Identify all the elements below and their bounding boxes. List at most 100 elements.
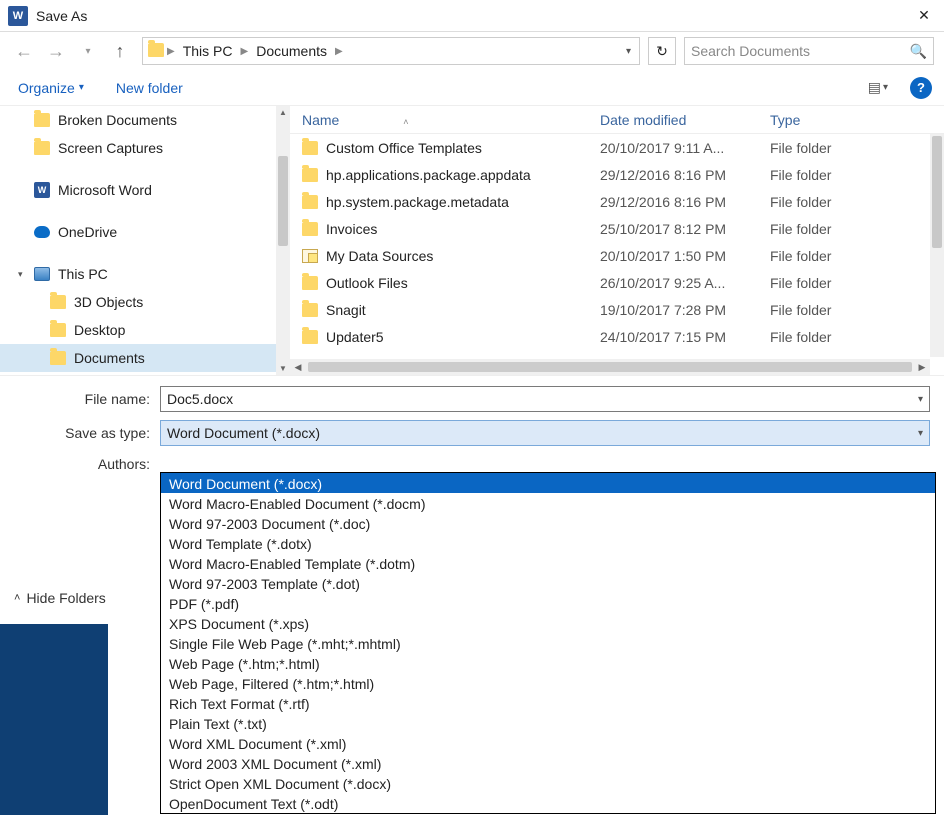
file-row[interactable]: Updater524/10/2017 7:15 PMFile folder — [290, 323, 944, 350]
thispc-icon — [34, 267, 50, 281]
search-input[interactable]: Search Documents 🔍 — [684, 37, 934, 65]
organize-button[interactable]: Organize ▾ — [12, 76, 90, 100]
scroll-thumb[interactable] — [278, 156, 288, 246]
sidebar-item-label: This PC — [58, 266, 108, 282]
chevron-right-icon[interactable]: ▶ — [239, 46, 251, 57]
type-option[interactable]: Word XML Document (*.xml) — [161, 733, 935, 753]
scroll-thumb[interactable] — [932, 136, 942, 248]
file-date: 19/10/2017 7:28 PM — [600, 302, 770, 318]
chevron-right-icon[interactable]: ▶ — [165, 46, 177, 57]
column-header-date[interactable]: Date modified — [600, 112, 770, 128]
scroll-down-icon[interactable]: ▼ — [276, 364, 290, 373]
type-option[interactable]: Single File Web Page (*.mht;*.mhtml) — [161, 633, 935, 653]
search-placeholder: Search Documents — [691, 43, 910, 59]
type-option[interactable]: Plain Text (*.txt) — [161, 713, 935, 733]
type-option[interactable]: OpenDocument Text (*.odt) — [161, 793, 935, 813]
scroll-up-icon[interactable]: ▲ — [276, 108, 290, 117]
view-options-button[interactable]: ▤ ▾ — [862, 75, 894, 100]
filelist-hscrollbar[interactable]: ◀ ▶ — [290, 359, 930, 375]
file-type: File folder — [770, 140, 944, 156]
type-option[interactable]: PDF (*.pdf) — [161, 593, 935, 613]
new-folder-button[interactable]: New folder — [110, 76, 189, 100]
filename-input[interactable]: Doc5.docx ▾ — [160, 386, 930, 412]
saveastype-dropdown[interactable]: Word Document (*.docx)Word Macro-Enabled… — [160, 472, 936, 814]
sidebar-scrollbar[interactable]: ▲ ▼ — [276, 106, 290, 375]
chevron-right-icon[interactable]: ▶ — [333, 46, 345, 57]
search-icon[interactable]: 🔍 — [910, 43, 927, 60]
type-option[interactable]: Word Template (*.dotx) — [161, 533, 935, 553]
expand-icon[interactable]: ▾ — [18, 269, 23, 280]
navbar: ← → ▾ ↑ ▶ This PC ▶ Documents ▶ ▾ ↻ Sear… — [0, 32, 944, 70]
datasource-icon — [302, 249, 318, 263]
scroll-right-icon[interactable]: ▶ — [914, 362, 930, 373]
file-name: Outlook Files — [326, 275, 408, 291]
file-type: File folder — [770, 167, 944, 183]
up-icon[interactable]: ↑ — [106, 37, 134, 65]
type-option[interactable]: Word Macro-Enabled Document (*.docm) — [161, 493, 935, 513]
sidebar-item[interactable]: OneDrive — [0, 218, 290, 246]
file-type: File folder — [770, 275, 944, 291]
sidebar-item[interactable]: 3D Objects — [0, 288, 290, 316]
chevron-down-icon: ▾ — [79, 82, 84, 93]
file-row[interactable]: hp.applications.package.appdata29/12/201… — [290, 161, 944, 188]
type-option[interactable]: Web Page, Filtered (*.htm;*.html) — [161, 673, 935, 693]
sidebar-item-label: Microsoft Word — [58, 182, 152, 198]
file-name: Custom Office Templates — [326, 140, 482, 156]
chevron-down-icon[interactable]: ▾ — [918, 394, 923, 405]
type-option[interactable]: Word 2003 XML Document (*.xml) — [161, 753, 935, 773]
file-name: Updater5 — [326, 329, 384, 345]
back-icon[interactable]: ← — [10, 37, 38, 65]
word-icon: W — [34, 182, 50, 198]
sidebar-item-label: Documents — [74, 350, 145, 366]
file-row[interactable]: hp.system.package.metadata29/12/2016 8:1… — [290, 188, 944, 215]
file-row[interactable]: Snagit19/10/2017 7:28 PMFile folder — [290, 296, 944, 323]
scroll-left-icon[interactable]: ◀ — [290, 362, 306, 373]
refresh-icon[interactable]: ↻ — [648, 37, 676, 65]
type-option[interactable]: Word Macro-Enabled Template (*.dotm) — [161, 553, 935, 573]
column-header-type[interactable]: Type — [770, 112, 944, 128]
type-option[interactable]: Web Page (*.htm;*.html) — [161, 653, 935, 673]
breadcrumb-root[interactable]: This PC — [177, 43, 239, 59]
file-row[interactable]: Custom Office Templates20/10/2017 9:11 A… — [290, 134, 944, 161]
type-option[interactable]: Strict Open XML Document (*.docx) — [161, 773, 935, 793]
folder-icon — [302, 141, 318, 155]
file-type: File folder — [770, 248, 944, 264]
sidebar-item[interactable]: ▾ This PC — [0, 260, 290, 288]
sidebar-item[interactable]: Documents — [0, 344, 290, 372]
file-row[interactable]: Outlook Files 26/10/2017 9:25 A...File fo… — [290, 269, 944, 296]
sort-asc-icon: ˄ — [403, 117, 408, 127]
type-option[interactable]: Word 97-2003 Document (*.doc) — [161, 513, 935, 533]
close-icon[interactable]: ✕ — [912, 4, 936, 28]
sidebar-item[interactable]: Broken Documents — [0, 106, 290, 134]
forward-icon: → — [42, 37, 70, 65]
file-date: 20/10/2017 1:50 PM — [600, 248, 770, 264]
recent-locations-icon[interactable]: ▾ — [74, 37, 102, 65]
type-option[interactable]: Word 97-2003 Template (*.dot) — [161, 573, 935, 593]
file-name: My Data Sources — [326, 248, 433, 264]
file-row[interactable]: Invoices25/10/2017 8:12 PMFile folder — [290, 215, 944, 242]
sidebar-item[interactable]: Screen Captures — [0, 134, 290, 162]
chevron-down-icon[interactable]: ▾ — [918, 428, 923, 439]
file-row[interactable]: My Data Sources 20/10/2017 1:50 PMFile fo… — [290, 242, 944, 269]
type-option[interactable]: XPS Document (*.xps) — [161, 613, 935, 633]
folder-icon — [50, 295, 66, 309]
type-option[interactable]: Word Document (*.docx) — [161, 473, 935, 493]
hscroll-track[interactable] — [308, 362, 912, 372]
file-date: 29/12/2016 8:16 PM — [600, 167, 770, 183]
filelist-scrollbar[interactable] — [930, 134, 944, 357]
sidebar-item[interactable]: W Microsoft Word — [0, 176, 290, 204]
saveastype-select[interactable]: Word Document (*.docx) ▾ — [160, 420, 930, 446]
sidebar-item-label: Broken Documents — [58, 112, 177, 128]
file-date: 26/10/2017 9:25 A... — [600, 275, 770, 291]
window-title: Save As — [36, 8, 912, 24]
hide-folders-button[interactable]: ˄ Hide Folders — [14, 590, 106, 606]
help-icon[interactable]: ? — [910, 77, 932, 99]
sidebar-item-label: OneDrive — [58, 224, 117, 240]
file-type: File folder — [770, 329, 944, 345]
address-bar[interactable]: ▶ This PC ▶ Documents ▶ ▾ — [142, 37, 640, 65]
breadcrumb-folder[interactable]: Documents — [250, 43, 333, 59]
column-header-name[interactable]: Name ˄ — [290, 112, 600, 128]
address-dropdown-icon[interactable]: ▾ — [622, 46, 635, 57]
type-option[interactable]: Rich Text Format (*.rtf) — [161, 693, 935, 713]
sidebar-item[interactable]: Desktop — [0, 316, 290, 344]
